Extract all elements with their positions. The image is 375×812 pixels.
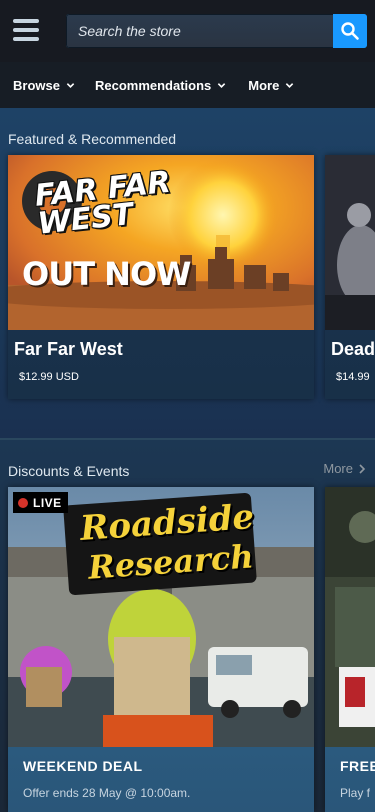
event-card-footer — [325, 747, 375, 812]
featured-section-title: Featured & Recommended — [8, 131, 177, 147]
event-capsule-image — [325, 487, 375, 747]
event-card-footer — [8, 747, 314, 812]
nav-more-label: More — [248, 77, 280, 93]
game-capsule-image: FAR FAR WEST OUT NOW — [8, 155, 314, 330]
game-title: Far Far West — [14, 339, 123, 359]
nav-browse-label: Browse — [13, 77, 60, 93]
section-divider — [0, 438, 375, 440]
nav-recommendations-label: Recommendations — [94, 77, 212, 93]
capsule-out-now-text: OUT NOW — [22, 255, 191, 293]
store-nav: Browse Recommendations More — [0, 62, 375, 108]
game-price: $12.99 USD — [19, 371, 79, 383]
nav-recommendations[interactable]: Recommendations — [95, 78, 226, 93]
chevron-down-icon — [66, 82, 75, 88]
nav-browse[interactable]: Browse — [13, 78, 75, 93]
event-capsule-image: Roadside Research — [8, 487, 314, 747]
event-card-free[interactable]: FREE Play f — [325, 487, 375, 812]
game-title: Dead — [331, 339, 375, 359]
search-bar — [66, 14, 367, 48]
deal-label: WEEKEND DEAL — [23, 758, 143, 774]
featured-card-far-far-west[interactable]: FAR FAR WEST OUT NOW Far Far West $12.99… — [8, 155, 314, 399]
search-icon — [341, 22, 359, 40]
featured-card-dead[interactable]: Dead $14.99 — [325, 155, 375, 399]
deal-subtext: Play f — [340, 786, 371, 800]
more-link-label: More — [323, 461, 353, 476]
live-label: LIVE — [33, 495, 62, 510]
discounts-more-link[interactable]: More — [323, 461, 367, 476]
game-capsule-image — [325, 155, 375, 330]
live-badge: LIVE — [13, 492, 68, 513]
chevron-right-icon — [359, 463, 366, 474]
menu-icon[interactable] — [13, 19, 39, 43]
deal-label: FREE — [340, 758, 375, 774]
search-input[interactable] — [66, 14, 333, 48]
event-card-roadside-research[interactable]: Roadside Research LIVE WEEKEND DEAL Offe… — [8, 487, 314, 812]
top-bar — [0, 0, 375, 62]
discounts-section-title: Discounts & Events — [8, 463, 130, 479]
chevron-down-icon — [218, 82, 226, 88]
nav-more[interactable]: More — [248, 78, 294, 93]
deal-subtext: Offer ends 28 May @ 10:00am. — [23, 786, 191, 800]
chevron-down-icon — [286, 82, 294, 88]
game-price: $14.99 — [336, 371, 370, 383]
search-button[interactable] — [333, 14, 367, 48]
live-indicator-icon — [18, 497, 28, 508]
